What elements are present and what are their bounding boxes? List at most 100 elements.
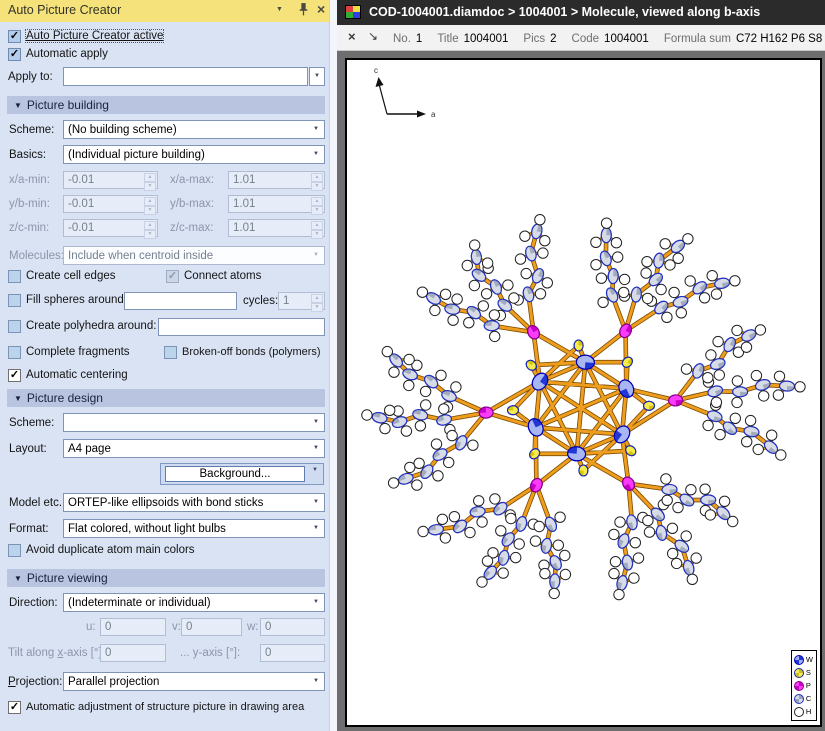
avoid-duplicate-label[interactable]: Avoid duplicate atom main colors <box>26 544 195 556</box>
automatic-apply-label[interactable]: Automatic apply <box>26 48 108 60</box>
v-field[interactable]: 0 <box>181 618 242 636</box>
legend-item-H: H <box>794 705 813 718</box>
projection-combo[interactable]: Parallel projection ▼ <box>63 672 325 691</box>
spinner[interactable]: ▲▼ <box>144 173 156 187</box>
atom-H <box>521 268 531 278</box>
spinner[interactable]: ▲▼ <box>311 197 323 211</box>
chevron-down-icon: ▼ <box>309 441 323 456</box>
atom-C <box>484 321 499 331</box>
atom-H <box>610 557 620 567</box>
create-polyhedra-label[interactable]: Create polyhedra around: <box>26 320 156 332</box>
picture-page[interactable]: a c WSPCH <box>345 58 822 727</box>
pin-icon[interactable] <box>298 2 309 20</box>
design-scheme-combo[interactable]: ▼ <box>63 413 325 432</box>
spin-down-icon: ▼ <box>311 182 323 191</box>
basics-value: (Individual picture building) <box>68 149 308 161</box>
panel-splitter[interactable] <box>329 0 337 731</box>
building-scheme-combo[interactable]: (No building scheme) ▼ <box>63 120 325 139</box>
atom-H <box>540 568 550 578</box>
complete-fragments-label[interactable]: Complete fragments <box>26 346 130 358</box>
arrow-southeast-icon[interactable]: ↘ <box>368 29 378 43</box>
structure-picture-pane: COD-1004001.diamdoc > 1004001 > Molecule… <box>337 0 825 731</box>
atom-H <box>418 526 428 536</box>
legend-item-W: W <box>794 653 813 666</box>
zc-max-field[interactable]: 1.01 ▲▼ <box>228 219 325 237</box>
close-icon[interactable]: × <box>317 1 325 17</box>
panel-menu-icon[interactable]: ▼ <box>276 6 283 13</box>
apply-to-dropdown-button[interactable]: ▼ <box>309 67 325 86</box>
spin-up-icon: ▲ <box>311 294 323 303</box>
background-button[interactable]: Background... <box>165 466 305 482</box>
spinner[interactable]: ▲▼ <box>311 221 323 235</box>
atom-H <box>759 391 769 401</box>
spinner[interactable]: ▲▼ <box>311 173 323 187</box>
chevron-down-icon: ▼ <box>309 415 323 430</box>
xa-max-field[interactable]: 1.01 ▲▼ <box>228 171 325 189</box>
atom-H <box>478 301 488 311</box>
automatic-centering-label[interactable]: Automatic centering <box>26 369 128 381</box>
atom-H <box>481 289 491 299</box>
create-cell-edges-checkbox[interactable] <box>8 270 21 283</box>
yb-max-field[interactable]: 1.01 ▲▼ <box>228 195 325 213</box>
close-icon[interactable]: × <box>348 29 356 44</box>
atom-H <box>751 370 761 380</box>
auto-adjust-label[interactable]: Automatic adjustment of structure pictur… <box>26 701 304 713</box>
fill-spheres-label[interactable]: Fill spheres around: <box>26 294 127 306</box>
cycles-field[interactable]: 1 ▲▼ <box>278 292 325 310</box>
create-cell-edges-label[interactable]: Create cell edges <box>26 270 116 282</box>
active-checkbox[interactable]: ✓ <box>8 30 21 43</box>
automatic-apply-checkbox[interactable]: ✓ <box>8 48 21 61</box>
zc-min-field[interactable]: -0.01 ▲▼ <box>63 219 158 237</box>
section-picture-viewing[interactable]: ▼Picture viewing <box>7 569 325 587</box>
atom-H <box>591 260 601 270</box>
broken-off-bonds-checkbox[interactable] <box>164 346 177 359</box>
spinner[interactable]: ▲▼ <box>144 197 156 211</box>
spinner[interactable]: ▲▼ <box>311 294 323 308</box>
basics-combo[interactable]: (Individual picture building) ▼ <box>63 145 325 164</box>
zc-max-label: z/c-max: <box>170 222 213 234</box>
active-checkbox-label[interactable]: Auto Picture Creator active <box>26 30 163 42</box>
tilt-y-label: ... y-axis [°]: <box>180 647 240 659</box>
structure-drawing[interactable]: a c <box>347 60 820 725</box>
axes-indicator: a c <box>374 66 436 119</box>
format-combo[interactable]: Flat colored, without light bulbs ▼ <box>63 519 325 538</box>
complete-fragments-checkbox[interactable] <box>8 346 21 359</box>
atom-H <box>482 556 492 566</box>
model-combo[interactable]: ORTEP-like ellipsoids with bond sticks ▼ <box>63 493 325 512</box>
atom-C <box>631 287 643 303</box>
chevron-down-icon[interactable]: ▼ <box>308 467 322 473</box>
atom-C <box>469 506 485 518</box>
tilt-y-field[interactable]: 0 <box>260 644 325 662</box>
fill-spheres-field[interactable] <box>124 292 237 310</box>
w-field[interactable]: 0 <box>260 618 325 636</box>
apply-to-combo[interactable] <box>63 67 308 86</box>
direction-combo[interactable]: (Indeterminate or individual) ▼ <box>63 593 325 612</box>
atom-H <box>703 420 713 430</box>
automatic-centering-checkbox[interactable]: ✓ <box>8 369 21 382</box>
atom-H <box>511 552 521 562</box>
atom-C <box>662 484 678 495</box>
fill-spheres-checkbox[interactable] <box>8 294 21 307</box>
atom-H <box>619 287 629 297</box>
document-titlebar: COD-1004001.diamdoc > 1004001 > Molecule… <box>337 0 825 25</box>
spinner[interactable]: ▲▼ <box>144 221 156 235</box>
atom-H <box>498 568 508 578</box>
zc-min-label: z/c-min: <box>9 222 49 234</box>
create-polyhedra-field[interactable] <box>158 318 325 336</box>
broken-off-bonds-label[interactable]: Broken-off bonds (polymers) <box>182 346 321 358</box>
atom-C <box>701 495 716 505</box>
direction-value: (Indeterminate or individual) <box>68 597 308 609</box>
section-picture-design[interactable]: ▼Picture design <box>7 389 325 407</box>
create-polyhedra-checkbox[interactable] <box>8 320 21 333</box>
yb-min-field[interactable]: -0.01 ▲▼ <box>63 195 158 213</box>
atom-H <box>795 382 805 392</box>
tilt-x-field[interactable]: 0 <box>100 644 166 662</box>
section-picture-building[interactable]: ▼Picture building <box>7 96 325 114</box>
chevron-down-icon: ▼ <box>310 69 324 84</box>
u-field[interactable]: 0 <box>100 618 166 636</box>
auto-adjust-checkbox[interactable]: ✓ <box>8 701 21 714</box>
xa-min-field[interactable]: -0.01 ▲▼ <box>63 171 158 189</box>
avoid-duplicate-checkbox[interactable] <box>8 544 21 557</box>
layout-combo[interactable]: A4 page ▼ <box>63 439 325 458</box>
atom-H <box>728 516 738 526</box>
